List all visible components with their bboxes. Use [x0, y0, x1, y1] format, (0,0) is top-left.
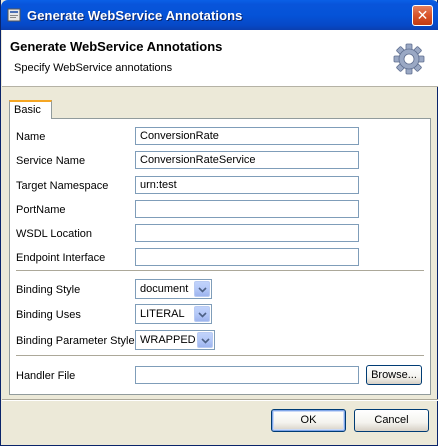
wsdl-location-label: WSDL Location [16, 228, 93, 240]
close-icon: ✕ [416, 7, 429, 23]
name-field[interactable]: ConversionRate [135, 127, 359, 145]
header-title: Generate WebService Annotations [10, 39, 223, 54]
cancel-button[interactable]: Cancel [354, 409, 429, 432]
binding-style-select[interactable]: document [135, 279, 212, 299]
app-icon [7, 8, 21, 22]
binding-style-label: Binding Style [16, 284, 81, 296]
binding-uses-label: Binding Uses [16, 309, 81, 321]
binding-uses-dropdown-button[interactable] [194, 306, 210, 322]
binding-param-style-value: WRAPPED [140, 334, 196, 346]
name-label: Name [16, 131, 46, 143]
handler-file-field[interactable] [135, 366, 359, 384]
target-namespace-label: Target Namespace [16, 180, 109, 192]
binding-param-style-select[interactable]: WRAPPED [135, 330, 215, 350]
binding-uses-value: LITERAL [140, 308, 185, 320]
port-name-field[interactable] [135, 200, 359, 218]
binding-uses-select[interactable]: LITERAL [135, 304, 212, 324]
binding-param-style-label: Binding Parameter Style [16, 335, 135, 347]
chevron-down-icon [201, 338, 210, 344]
tab-basic-label: Basic [14, 104, 41, 116]
endpoint-interface-label: Endpoint Interface [16, 252, 106, 264]
binding-param-style-dropdown-button[interactable] [197, 332, 213, 348]
endpoint-interface-field[interactable] [135, 248, 359, 266]
binding-style-dropdown-button[interactable] [194, 281, 210, 297]
button-bar-separator [2, 399, 438, 401]
window-title: Generate WebService Annotations [27, 8, 243, 23]
form-separator [16, 270, 424, 272]
ok-button[interactable]: OK [271, 409, 346, 432]
service-name-label: Service Name [16, 155, 86, 167]
dialog-window: Generate WebService Annotations ✕ Genera… [0, 0, 438, 446]
target-namespace-field[interactable]: urn:test [135, 176, 359, 194]
title-bar[interactable]: Generate WebService Annotations ✕ [1, 0, 438, 30]
browse-button[interactable]: Browse... [366, 365, 422, 385]
wsdl-location-field[interactable] [135, 224, 359, 242]
dialog-header: Generate WebService Annotations Specify … [2, 30, 438, 87]
service-name-field[interactable]: ConversionRateService [135, 151, 359, 169]
gear-icon [393, 43, 425, 75]
port-name-label: PortName [16, 204, 66, 216]
chevron-down-icon [198, 312, 207, 318]
binding-style-value: document [140, 283, 189, 295]
close-button[interactable]: ✕ [412, 5, 433, 26]
header-description: Specify WebService annotations [14, 62, 173, 74]
form-separator [16, 355, 424, 357]
tab-basic[interactable]: Basic [9, 100, 52, 119]
chevron-down-icon [198, 287, 207, 293]
handler-file-label: Handler File [16, 370, 76, 382]
